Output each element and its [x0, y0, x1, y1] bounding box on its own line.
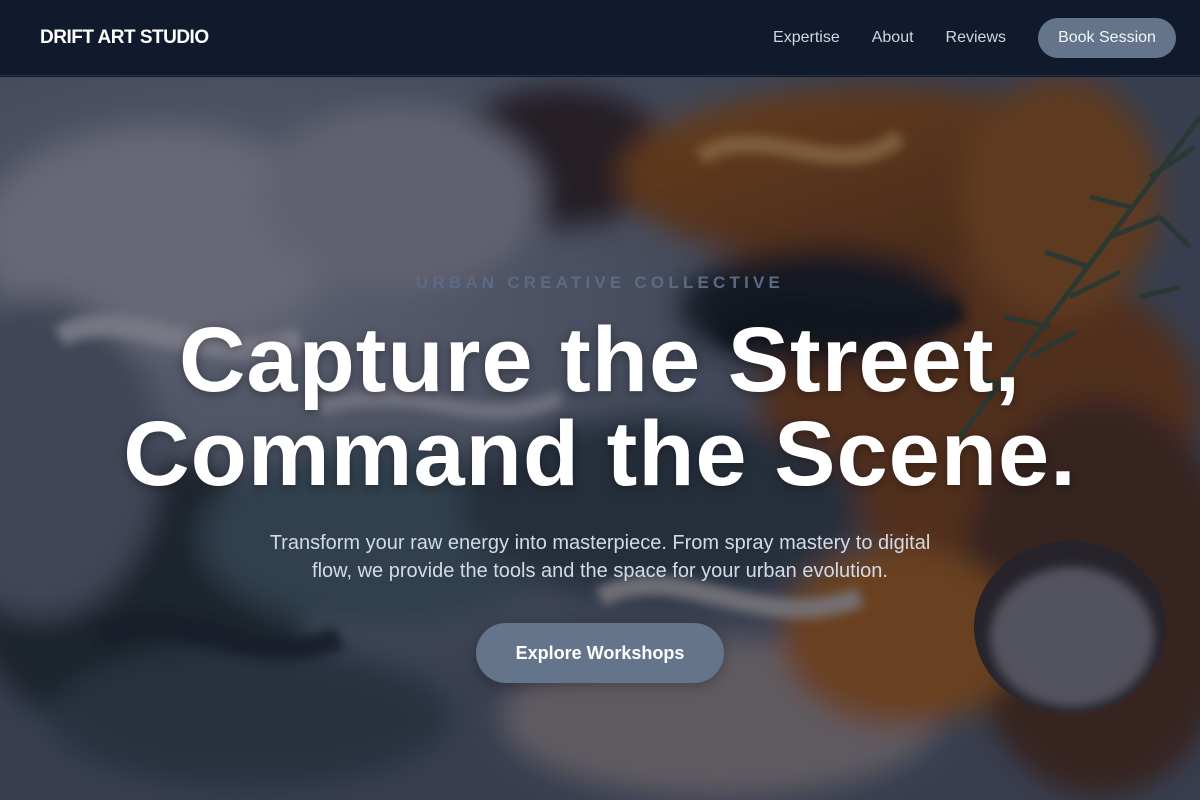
main-nav: Expertise About Reviews Book Session	[773, 17, 1176, 58]
hero-headline: Capture the Street, Command the Scene.	[0, 313, 1200, 501]
headline-line-1: Capture the Street,	[178, 309, 1022, 411]
site-header: DRIFT ART STUDIO Expertise About Reviews…	[0, 0, 1200, 76]
nav-link-expertise[interactable]: Expertise	[773, 29, 840, 47]
headline-line-2: Command the Scene.	[123, 403, 1077, 505]
hero-subtext: Transform your raw energy into masterpie…	[269, 532, 931, 582]
book-session-button[interactable]: Book Session	[1038, 17, 1176, 58]
hero-content: URBAN CREATIVE COLLECTIVE Capture the St…	[0, 77, 1200, 800]
brand-logo[interactable]: DRIFT ART STUDIO	[40, 27, 209, 49]
hero-eyebrow: URBAN CREATIVE COLLECTIVE	[415, 273, 785, 292]
hero-section: URBAN CREATIVE COLLECTIVE Capture the St…	[0, 77, 1200, 800]
explore-workshops-button[interactable]: Explore Workshops	[476, 623, 724, 683]
nav-link-about[interactable]: About	[872, 29, 914, 47]
nav-link-reviews[interactable]: Reviews	[946, 29, 1006, 47]
